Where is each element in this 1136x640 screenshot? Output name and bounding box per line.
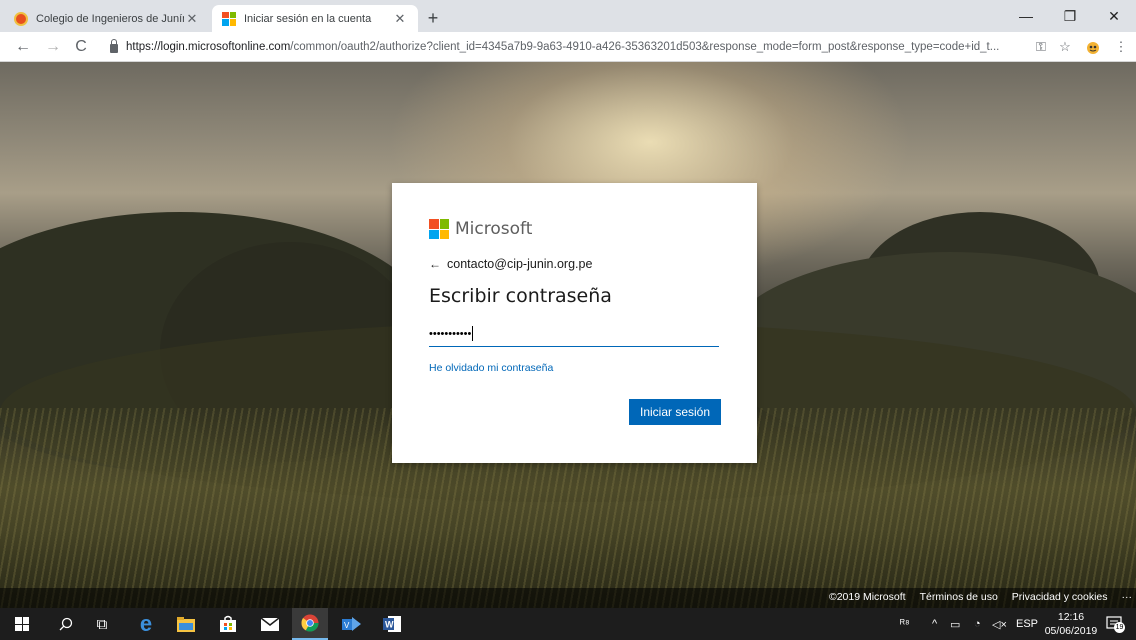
language-indicator[interactable]: ESP — [1016, 608, 1038, 640]
battery-icon[interactable]: ▭ — [950, 608, 960, 640]
reload-icon[interactable]: C — [70, 36, 92, 58]
edge-icon[interactable]: e — [128, 608, 164, 640]
identity-email: contacto@cip-junin.org.pe — [447, 257, 593, 271]
privacy-link[interactable]: Privacidad y cookies — [1012, 591, 1108, 603]
chrome-icon[interactable] — [292, 608, 328, 640]
wifi-icon[interactable]: ◔ — [974, 608, 981, 640]
forgot-password-link[interactable]: He olvidado mi contraseña — [429, 362, 553, 374]
more-options-button[interactable]: ··· — [1122, 591, 1133, 603]
chevron-up-icon[interactable]: ^ — [932, 608, 937, 640]
minimize-button[interactable]: — — [1004, 0, 1048, 32]
date: 05/06/2019 — [1044, 625, 1098, 637]
tab-colegio[interactable]: Colegio de Ingenieros de Junín ✕ — [4, 5, 210, 32]
store-icon[interactable] — [210, 608, 246, 640]
close-tab-icon[interactable]: ✕ — [184, 11, 200, 27]
text-caret — [472, 326, 474, 341]
identity-back-button[interactable]: ← contacto@cip-junin.org.pe — [429, 257, 592, 271]
word-icon[interactable]: W — [374, 608, 410, 640]
tab-title: Colegio de Ingenieros de Junín — [36, 12, 184, 25]
signin-button[interactable]: Iniciar sesión — [629, 399, 721, 425]
close-tab-icon[interactable]: ✕ — [392, 11, 408, 27]
address-bar[interactable]: https://login.microsoftonline.com/common… — [110, 36, 1030, 58]
mail-icon[interactable] — [252, 608, 288, 640]
app-icon[interactable]: V — [334, 608, 370, 640]
password-field[interactable]: ••••••••••• — [429, 321, 719, 347]
file-explorer-icon[interactable] — [168, 608, 204, 640]
time: 12:16 — [1057, 611, 1085, 623]
cip-logo-icon — [14, 11, 28, 26]
extension-icon[interactable] — [1082, 36, 1104, 58]
menu-icon[interactable]: ⋮ — [1110, 36, 1132, 58]
clock[interactable]: 12:16 05/06/2019 — [1040, 610, 1102, 638]
taskbar: ⧉ e V W ᴿ⁸ ^ ▭ ◔ ◁× ESP 12:16 05/06/2019… — [0, 608, 1136, 640]
password-mask: ••••••••••• — [429, 327, 472, 340]
tab-title: Iniciar sesión en la cuenta — [244, 12, 372, 25]
windows-logo-icon — [15, 617, 29, 631]
brand-name: Microsoft — [455, 219, 533, 239]
page-footer: ©2019 Microsoft Términos de uso Privacid… — [0, 588, 1136, 608]
page-title: Escribir contraseña — [429, 285, 612, 307]
browser-toolbar: ← → C https://login.microsoftonline.com /… — [0, 32, 1136, 62]
svg-text:W: W — [385, 620, 394, 630]
notification-center-icon[interactable]: 19 — [1106, 615, 1125, 633]
close-window-button[interactable]: ✕ — [1092, 0, 1136, 32]
signin-card: Microsoft ← contacto@cip-junin.org.pe Es… — [392, 183, 757, 463]
microsoft-logo-icon — [222, 11, 236, 26]
brand: Microsoft — [429, 219, 532, 239]
lock-icon — [110, 38, 118, 53]
url-path: /common/oauth2/authorize?client_id=4345a… — [290, 41, 1000, 53]
task-view-icon[interactable]: ⧉ — [84, 608, 120, 640]
people-icon[interactable]: ᴿ⁸ — [900, 608, 910, 640]
back-icon[interactable]: ← — [12, 36, 34, 58]
tab-strip: Colegio de Ingenieros de Junín ✕ Iniciar… — [0, 0, 1136, 32]
restore-button[interactable]: ❐ — [1048, 0, 1092, 32]
terms-link[interactable]: Términos de uso — [920, 591, 998, 603]
notification-count: 19 — [1114, 622, 1125, 633]
key-icon[interactable]: ⚿ — [1030, 36, 1052, 58]
forward-icon[interactable]: → — [42, 36, 64, 58]
start-button[interactable] — [4, 608, 40, 640]
copyright-text: ©2019 Microsoft — [828, 591, 906, 603]
url-domain: https://login.microsoftonline.com — [126, 41, 291, 53]
new-tab-button[interactable]: + — [422, 7, 444, 29]
microsoft-logo-icon — [429, 219, 449, 239]
search-icon[interactable] — [48, 608, 84, 640]
star-icon[interactable]: ☆ — [1054, 36, 1076, 58]
tab-iniciar-sesion[interactable]: Iniciar sesión en la cuenta ✕ — [212, 5, 418, 32]
volume-muted-icon[interactable]: ◁× — [992, 608, 1007, 640]
svg-text:V: V — [344, 621, 350, 630]
arrow-left-icon: ← — [429, 257, 441, 271]
